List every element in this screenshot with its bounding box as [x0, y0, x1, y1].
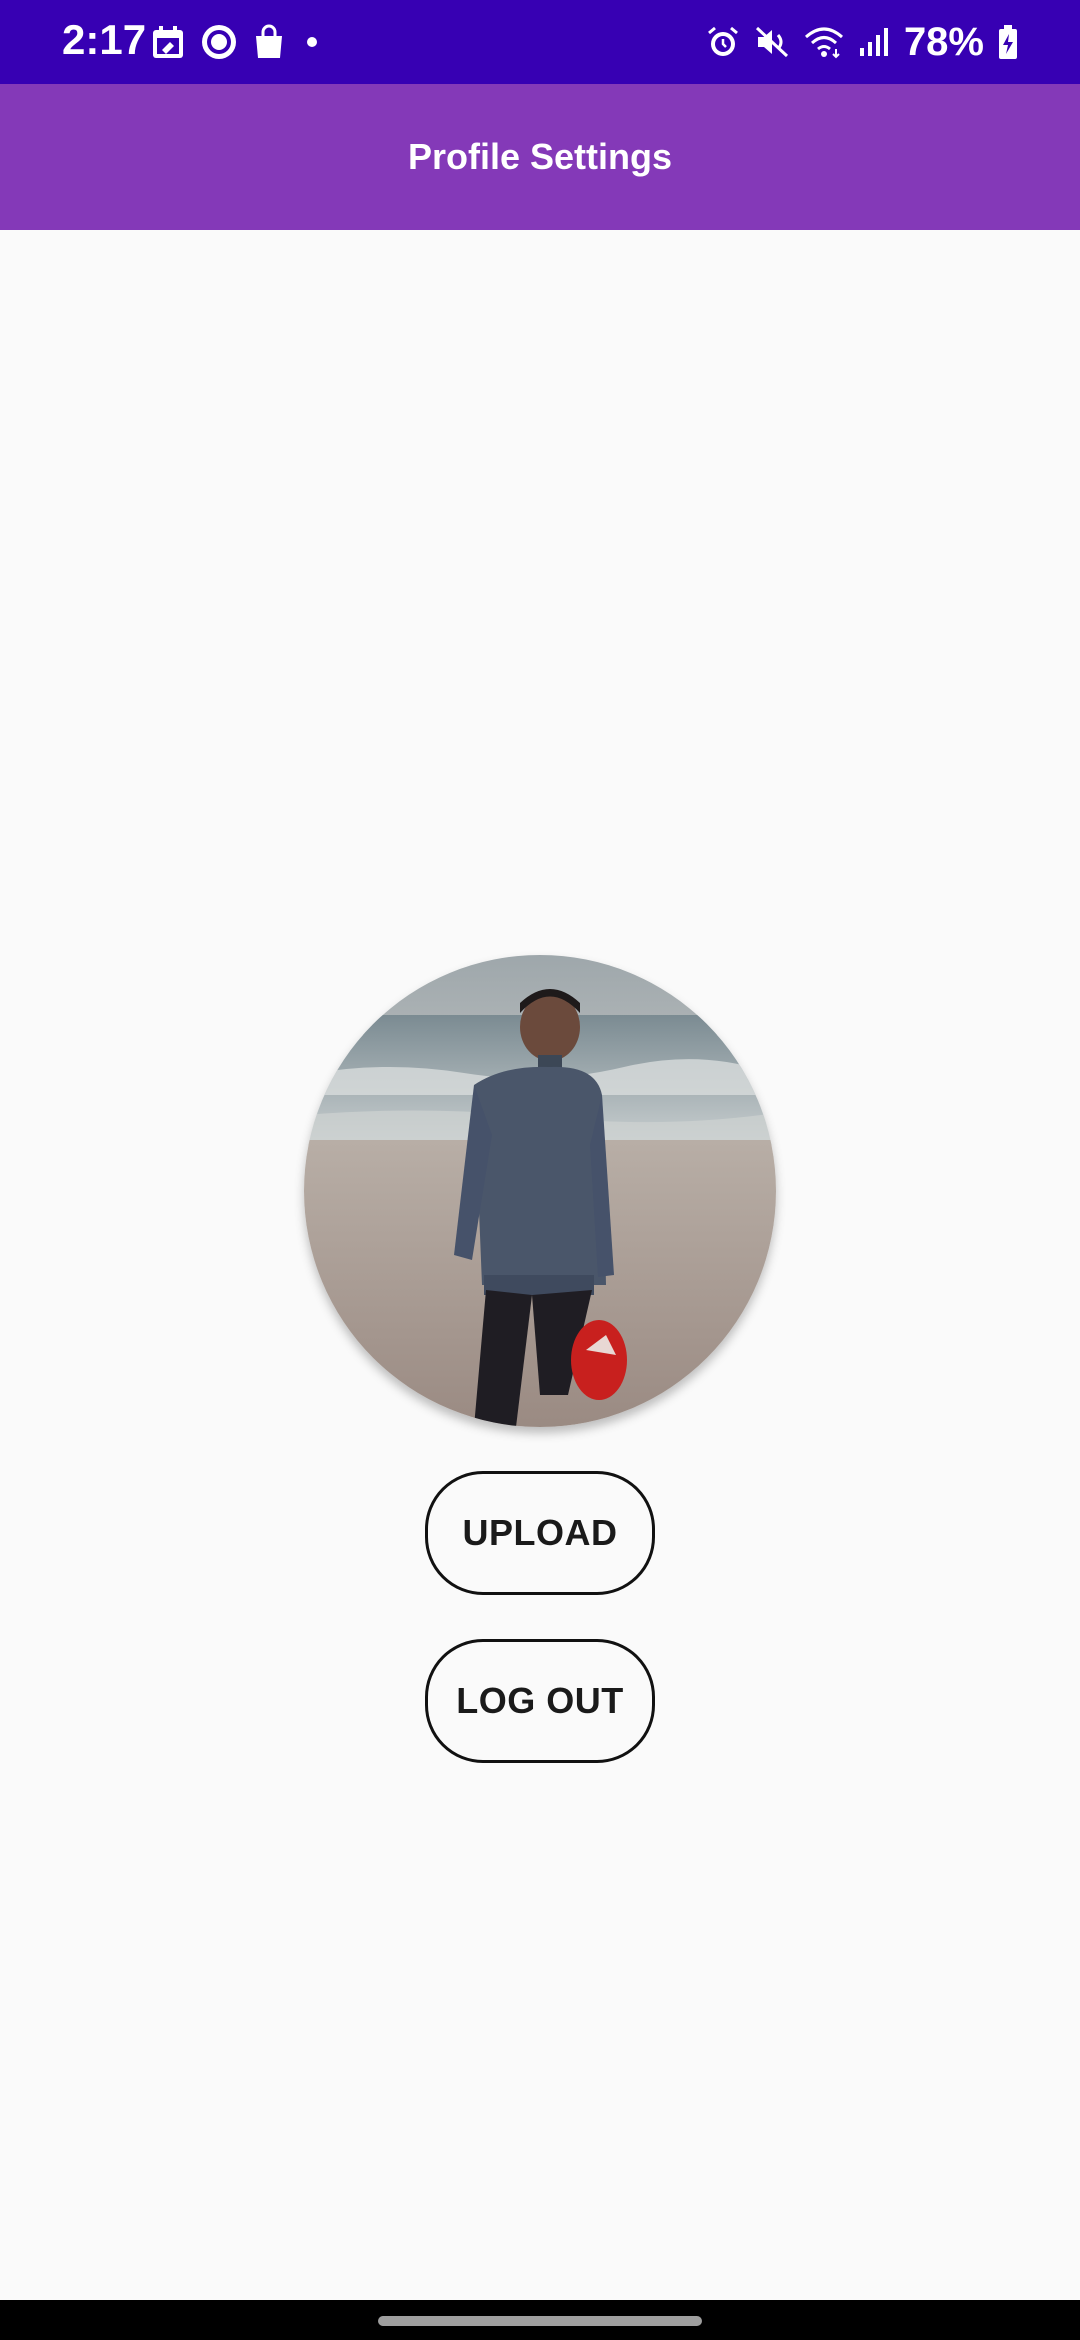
battery-charging-icon	[998, 24, 1018, 60]
profile-photo-image	[304, 955, 776, 1427]
navigation-bar	[0, 2300, 1080, 2340]
status-time: 2:17	[62, 16, 147, 63]
notification-dot-icon	[300, 30, 324, 54]
app-bar: Profile Settings	[0, 84, 1080, 230]
signal-icon	[858, 26, 890, 58]
wifi-icon	[804, 25, 844, 59]
vibrate-mute-icon	[754, 25, 790, 59]
home-indicator[interactable]	[378, 2316, 702, 2326]
upload-button[interactable]: UPLOAD	[425, 1471, 655, 1595]
status-right-icons: 78%	[706, 18, 1018, 66]
logout-button[interactable]: LOG OUT	[425, 1639, 655, 1763]
calendar-icon	[150, 24, 186, 60]
alarm-icon	[706, 25, 740, 59]
circle-app-icon	[200, 23, 238, 61]
status-left-icons	[150, 22, 324, 62]
shopping-bag-icon	[252, 24, 286, 60]
profile-avatar[interactable]	[304, 955, 776, 1427]
status-bar: 2:17 78%	[0, 0, 1080, 84]
page-title: Profile Settings	[407, 136, 673, 177]
battery-percent: 78%	[903, 20, 984, 64]
